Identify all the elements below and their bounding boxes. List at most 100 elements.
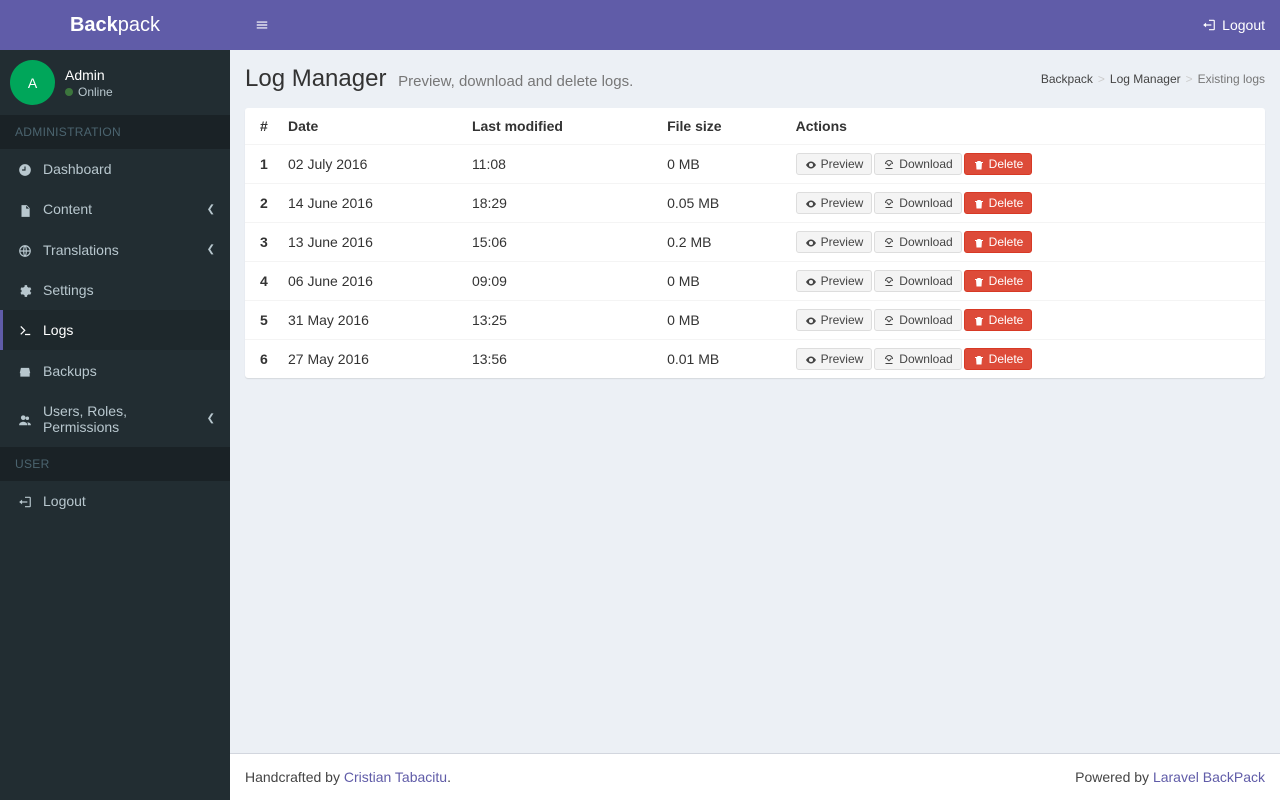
page-title: Log Manager Preview, download and delete… [245, 65, 633, 93]
cell-size: 0.2 MB [659, 223, 788, 262]
footer-left: Handcrafted by Cristian Tabacitu. [245, 769, 451, 785]
user-status: Online [65, 85, 113, 99]
sidebar-item-users[interactable]: Users, Roles, Permissions ❮ [0, 391, 230, 447]
breadcrumb: Backpack > Log Manager > Existing logs [1041, 72, 1265, 86]
col-actions: Actions [788, 108, 1265, 145]
sidebar-item-backups[interactable]: Backups [0, 350, 230, 390]
terminal-icon [15, 322, 35, 338]
download-button[interactable]: Download [874, 153, 961, 175]
logs-table-box: # Date Last modified File size Actions 1… [245, 108, 1265, 378]
sidebar-item-label: Dashboard [43, 161, 112, 177]
table-row: 214 June 201618:290.05 MB Preview Downlo… [245, 184, 1265, 223]
cell-num: 2 [245, 184, 280, 223]
trash-icon [973, 313, 985, 327]
cell-num: 1 [245, 145, 280, 184]
sidebar-item-translations[interactable]: Translations ❮ [0, 230, 230, 270]
cell-num: 4 [245, 262, 280, 301]
cell-num: 6 [245, 340, 280, 379]
chevron-left-icon: ❮ [207, 204, 215, 215]
logs-table: # Date Last modified File size Actions 1… [245, 108, 1265, 378]
sidebar-item-label: Translations [43, 242, 119, 258]
footer: Handcrafted by Cristian Tabacitu. Powere… [230, 753, 1280, 800]
preview-button[interactable]: Preview [796, 309, 873, 331]
download-button[interactable]: Download [874, 192, 961, 214]
trash-icon [973, 196, 985, 210]
cell-date: 27 May 2016 [280, 340, 464, 379]
footer-powered-link[interactable]: Laravel BackPack [1153, 769, 1265, 785]
top-logout-link[interactable]: Logout [1202, 17, 1265, 33]
sidebar-item-logout[interactable]: Logout [0, 481, 230, 521]
sidebar-toggle[interactable] [245, 6, 279, 44]
footer-right: Powered by Laravel BackPack [1075, 769, 1265, 785]
cell-modified: 18:29 [464, 184, 659, 223]
cell-size: 0.01 MB [659, 340, 788, 379]
sidebar-item-label: Settings [43, 282, 94, 298]
trash-icon [973, 352, 985, 366]
cloud-download-icon [883, 274, 895, 288]
delete-button[interactable]: Delete [964, 348, 1033, 370]
eye-icon [805, 196, 817, 210]
avatar: A [10, 60, 55, 105]
download-button[interactable]: Download [874, 231, 961, 253]
cloud-download-icon [883, 196, 895, 210]
cell-num: 5 [245, 301, 280, 340]
sidebar-section-user: USER [0, 447, 230, 481]
sidebar-item-content[interactable]: Content ❮ [0, 189, 230, 229]
preview-button[interactable]: Preview [796, 231, 873, 253]
preview-button[interactable]: Preview [796, 192, 873, 214]
cell-size: 0.05 MB [659, 184, 788, 223]
eye-icon [805, 157, 817, 171]
hdd-icon [15, 362, 35, 378]
user-panel: A Admin Online [0, 50, 230, 115]
sidebar-item-label: Content [43, 201, 92, 217]
col-num: # [245, 108, 280, 145]
cell-modified: 09:09 [464, 262, 659, 301]
download-button[interactable]: Download [874, 348, 961, 370]
sidebar-item-label: Logs [43, 322, 73, 338]
gear-icon [15, 282, 35, 298]
sidebar-item-dashboard[interactable]: Dashboard [0, 149, 230, 189]
preview-button[interactable]: Preview [796, 348, 873, 370]
download-button[interactable]: Download [874, 270, 961, 292]
delete-button[interactable]: Delete [964, 192, 1033, 214]
cloud-download-icon [883, 352, 895, 366]
download-button[interactable]: Download [874, 309, 961, 331]
cell-modified: 13:25 [464, 301, 659, 340]
logout-icon [15, 493, 35, 509]
status-dot-icon [65, 88, 73, 96]
preview-button[interactable]: Preview [796, 153, 873, 175]
dashboard-icon [15, 161, 35, 177]
preview-button[interactable]: Preview [796, 270, 873, 292]
breadcrumb-current: Existing logs [1198, 72, 1265, 86]
cell-date: 13 June 2016 [280, 223, 464, 262]
cell-actions: Preview Download Delete [788, 145, 1265, 184]
sidebar-item-settings[interactable]: Settings [0, 270, 230, 310]
eye-icon [805, 313, 817, 327]
delete-button[interactable]: Delete [964, 231, 1033, 253]
sidebar-section-admin: ADMINISTRATION [0, 115, 230, 149]
sidebar: A Admin Online ADMINISTRATION Dashboard … [0, 50, 230, 800]
brand-light: pack [118, 14, 160, 36]
delete-button[interactable]: Delete [964, 309, 1033, 331]
cell-num: 3 [245, 223, 280, 262]
users-icon [15, 411, 35, 427]
user-name: Admin [65, 67, 113, 83]
chevron-left-icon: ❮ [207, 244, 215, 255]
brand-logo[interactable]: Backpack [0, 0, 230, 50]
cell-modified: 11:08 [464, 145, 659, 184]
sidebar-item-label: Backups [43, 363, 97, 379]
breadcrumb-backpack[interactable]: Backpack [1041, 72, 1093, 86]
eye-icon [805, 352, 817, 366]
footer-author-link[interactable]: Cristian Tabacitu [344, 769, 447, 785]
breadcrumb-logmanager[interactable]: Log Manager [1110, 72, 1181, 86]
table-row: 531 May 201613:250 MB Preview Download D… [245, 301, 1265, 340]
delete-button[interactable]: Delete [964, 270, 1033, 292]
table-row: 627 May 201613:560.01 MB Preview Downloa… [245, 340, 1265, 379]
sidebar-item-logs[interactable]: Logs [0, 310, 230, 350]
chevron-left-icon: ❮ [207, 413, 215, 424]
table-row: 102 July 201611:080 MB Preview Download … [245, 145, 1265, 184]
cell-modified: 13:56 [464, 340, 659, 379]
delete-button[interactable]: Delete [964, 153, 1033, 175]
cell-actions: Preview Download Delete [788, 262, 1265, 301]
hamburger-icon [255, 18, 269, 32]
